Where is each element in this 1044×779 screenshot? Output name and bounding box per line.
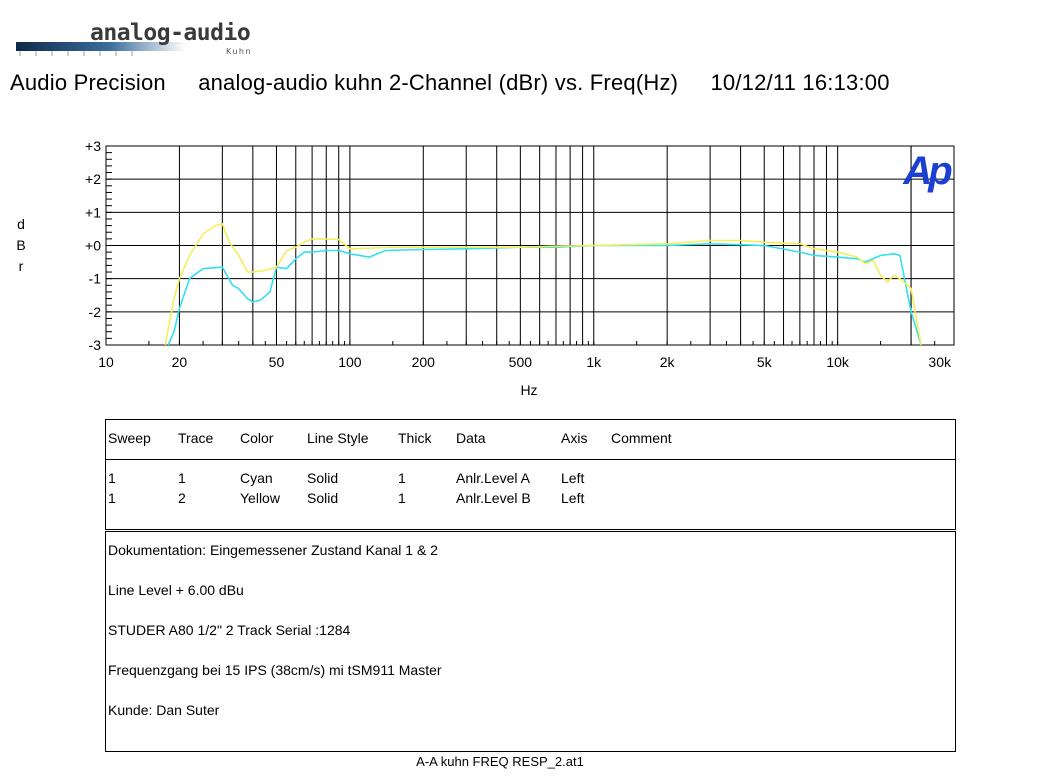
legend-cell: Yellow <box>240 490 280 506</box>
note-line: Frequenzgang bei 15 IPS (38cm/s) mi tSM9… <box>108 662 442 678</box>
x-tick-label: 50 <box>269 354 285 370</box>
note-line: Line Level + 6.00 dBu <box>108 582 244 598</box>
legend-header-line-style: Line Style <box>307 430 369 446</box>
y-tick-label: -3 <box>89 337 102 353</box>
y-tick-label: +3 <box>85 138 101 154</box>
y-tick-label: +0 <box>85 238 101 254</box>
legend-header-sweep: Sweep <box>108 430 151 446</box>
frequency-response-chart: +3 +2 +1 +0 -1 -2 -310 20 50 100 200 500 1k 2k 5k 10k 30… <box>85 138 956 398</box>
legend-cell: 1 <box>178 470 186 486</box>
legend-cell: Anlr.Level B <box>456 490 531 506</box>
legend-row: 1 1 Cyan Solid 1 Anlr.Level A Left <box>106 470 955 490</box>
note-line: Kunde: Dan Suter <box>108 702 220 718</box>
legend-cell: Solid <box>307 490 339 506</box>
legend-cell: 1 <box>398 490 406 506</box>
footer-filename: A-A kuhn FREQ RESP_2.at1 <box>416 754 584 769</box>
legend-cell: Left <box>561 490 585 506</box>
legend-cell: Solid <box>307 470 339 486</box>
legend-header-row: Sweep Trace Color Line Style Thick Data Axis Co… <box>106 420 955 460</box>
legend-header-comment: Comment <box>611 430 672 446</box>
legend-cell: 2 <box>178 490 186 506</box>
legend-header-data: Data <box>456 430 486 446</box>
documentation-notes: Dokumentation: Eingemessener Zustand Kan… <box>105 531 956 752</box>
legend-header-thick: Thick <box>398 430 432 446</box>
ap-logo-badge: Ap <box>902 149 952 193</box>
x-tick-label: 20 <box>172 354 188 370</box>
x-tick-label: 30k <box>928 354 952 370</box>
y-tick-label: -1 <box>89 271 102 287</box>
y-tick-label: -2 <box>89 304 102 320</box>
x-tick-label: 10 <box>98 354 114 370</box>
x-tick-label: 2k <box>660 354 676 370</box>
legend-header-axis: Axis <box>561 430 588 446</box>
x-tick-label: 5k <box>757 354 773 370</box>
x-axis-label: Hz <box>520 382 537 398</box>
legend-cell: Left <box>561 470 585 486</box>
trace-legend-table: Sweep Trace Color Line Style Thick Data Axis Co… <box>105 419 956 530</box>
series-line-trace-2 <box>164 223 922 346</box>
x-tick-label: 100 <box>338 354 362 370</box>
legend-header-color: Color <box>240 430 274 446</box>
note-line: STUDER A80 1/2" 2 Track Serial :1284 <box>108 622 351 638</box>
legend-cell: Cyan <box>240 470 273 486</box>
legend-cell: 1 <box>108 490 116 506</box>
legend-cell: 1 <box>108 470 116 486</box>
legend-row: 1 2 Yellow Solid 1 Anlr.Level B Left <box>106 490 955 510</box>
x-tick-label: 1k <box>586 354 602 370</box>
note-line: Dokumentation: Eingemessener Zustand Kan… <box>108 542 438 558</box>
legend-cell: Anlr.Level A <box>456 470 530 486</box>
x-tick-label: 500 <box>509 354 533 370</box>
legend-cell: 1 <box>398 470 406 486</box>
legend-header-trace: Trace <box>178 430 214 446</box>
y-tick-label: +2 <box>85 171 101 187</box>
x-tick-label: 200 <box>412 354 436 370</box>
x-tick-label: 10k <box>826 354 850 370</box>
y-tick-label: +1 <box>85 204 101 220</box>
